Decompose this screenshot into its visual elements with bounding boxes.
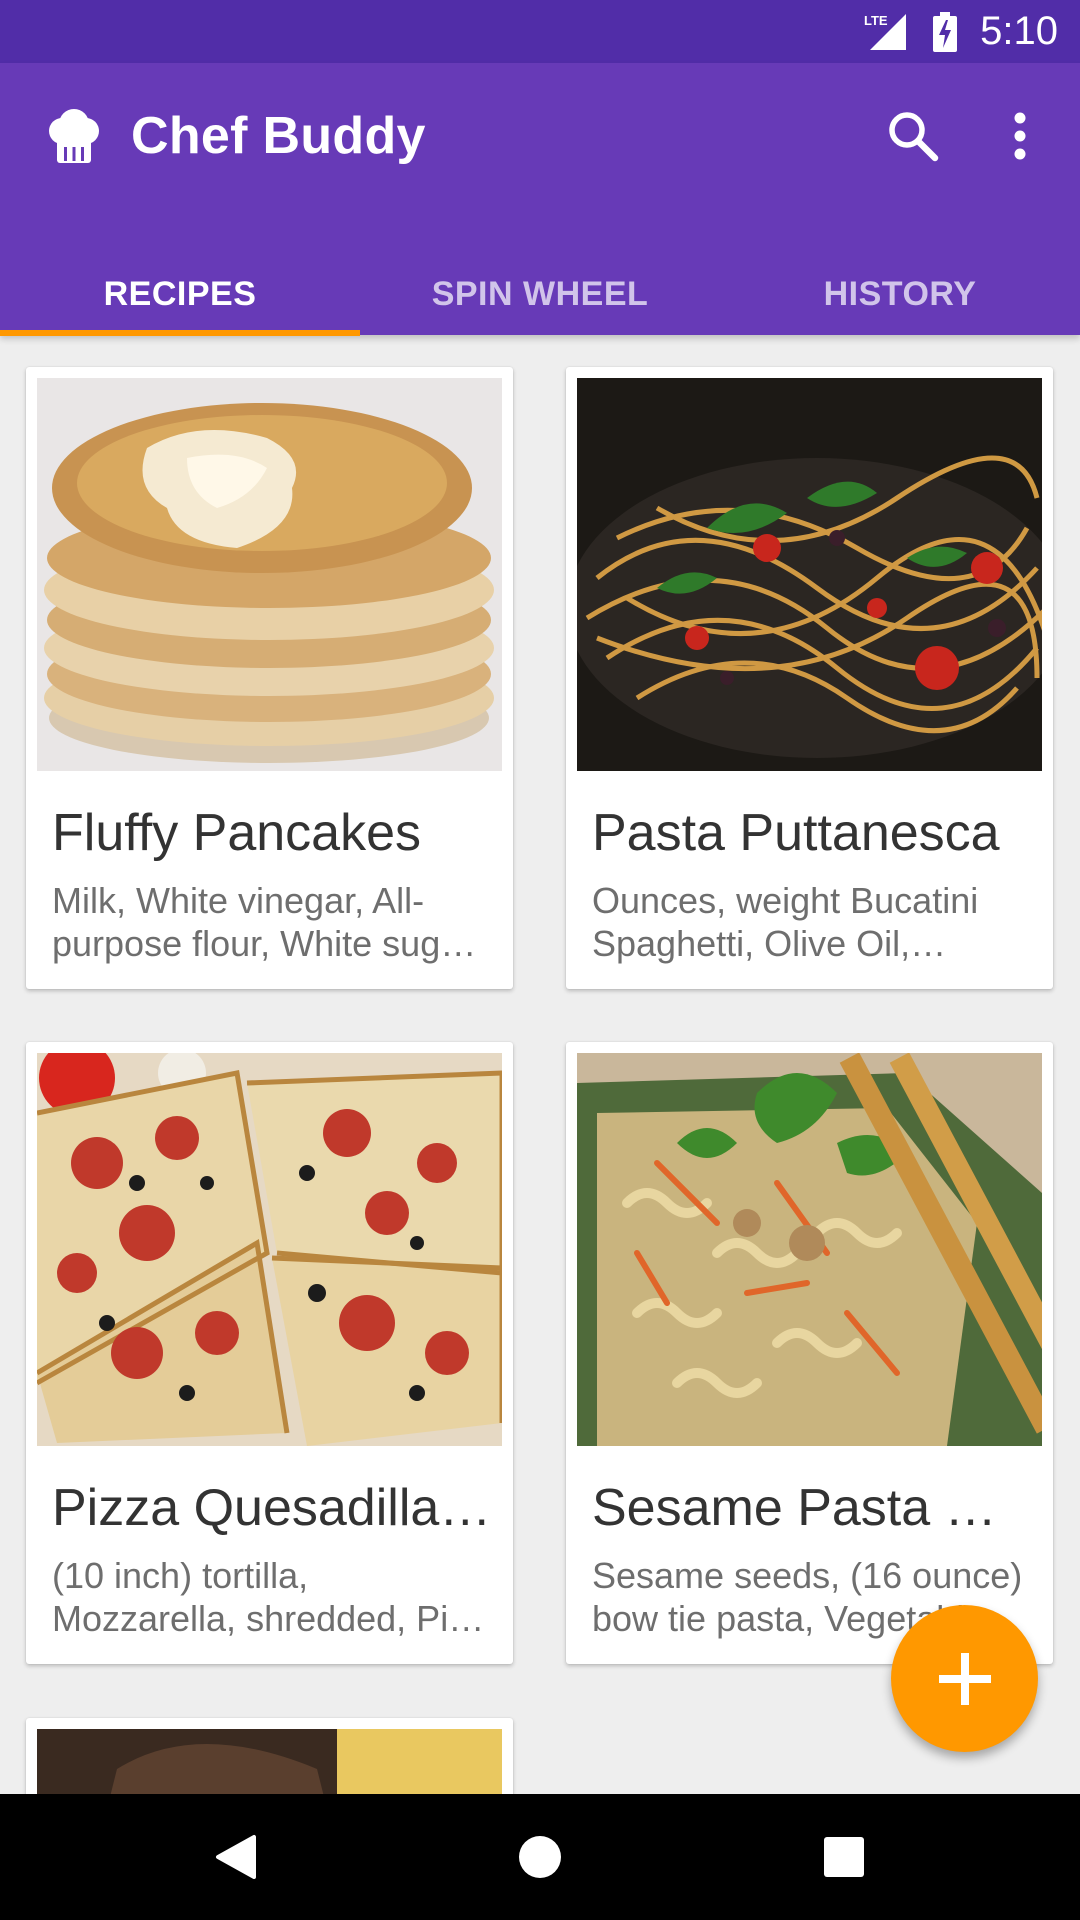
status-time: 5:10 bbox=[980, 9, 1058, 53]
more-vert-icon bbox=[1014, 112, 1026, 160]
recipe-card[interactable]: Pasta Puttanesca Ounces, weight Bucatini… bbox=[566, 367, 1053, 989]
recipe-title: Sesame Pasta C… bbox=[592, 1479, 1032, 1537]
overflow-menu-button[interactable] bbox=[990, 103, 1050, 169]
recipe-card[interactable]: Pizza Quesadilla… (10 inch) tortilla, Mo… bbox=[26, 1042, 513, 1664]
tab-recipes[interactable]: RECIPES bbox=[0, 273, 360, 335]
tab-spin-wheel[interactable]: SPIN WHEEL bbox=[360, 273, 720, 335]
recipe-photo-pancakes bbox=[37, 378, 502, 771]
recipe-description: (10 inch) tortilla, Mozzarella, shredded… bbox=[52, 1555, 485, 1639]
recents-icon bbox=[824, 1837, 864, 1877]
add-recipe-button[interactable] bbox=[891, 1605, 1038, 1752]
recipe-card[interactable]: Sesame Pasta C… Sesame seeds, (16 ounce)… bbox=[566, 1042, 1053, 1664]
nav-back-button[interactable] bbox=[206, 1827, 266, 1887]
back-icon bbox=[216, 1835, 256, 1879]
toolbar: Chef Buddy bbox=[0, 63, 1080, 210]
svg-text:LTE: LTE bbox=[864, 13, 888, 28]
lte-signal-icon: LTE bbox=[864, 12, 908, 52]
recipe-photo-sesame-pasta bbox=[577, 1053, 1042, 1446]
app-bar: Chef Buddy RECIPES SPIN WHEEL HISTORY bbox=[0, 63, 1080, 336]
search-icon bbox=[889, 112, 939, 162]
recipe-title: Pasta Puttanesca bbox=[592, 804, 1000, 862]
tab-history[interactable]: HISTORY bbox=[720, 273, 1080, 335]
home-icon bbox=[519, 1836, 561, 1878]
recipe-photo-pizza-quesadilla bbox=[37, 1053, 502, 1446]
recipe-description: Milk, White vinegar, All-purpose flour, … bbox=[52, 880, 477, 964]
recipe-card[interactable]: Fluffy Pancakes Milk, White vinegar, All… bbox=[26, 367, 513, 989]
recipe-title: Fluffy Pancakes bbox=[52, 804, 422, 862]
recipe-description: Ounces, weight Bucatini Spaghetti, Olive… bbox=[592, 880, 979, 964]
search-button[interactable] bbox=[880, 103, 946, 169]
recipe-photo-pasta-puttanesca bbox=[577, 378, 1042, 771]
nav-home-button[interactable] bbox=[510, 1827, 570, 1887]
recipe-title: Pizza Quesadilla… bbox=[52, 1479, 492, 1537]
add-icon bbox=[938, 1652, 991, 1705]
nav-recents-button[interactable] bbox=[814, 1827, 874, 1887]
status-bar: LTE 5:10 bbox=[0, 0, 1080, 63]
navigation-bar bbox=[0, 1794, 1080, 1920]
tab-indicator bbox=[0, 330, 360, 336]
chef-hat-icon bbox=[44, 107, 104, 167]
tab-bar: RECIPES SPIN WHEEL HISTORY bbox=[0, 273, 1080, 335]
battery-charging-icon bbox=[932, 11, 958, 52]
app-title: Chef Buddy bbox=[131, 107, 426, 165]
